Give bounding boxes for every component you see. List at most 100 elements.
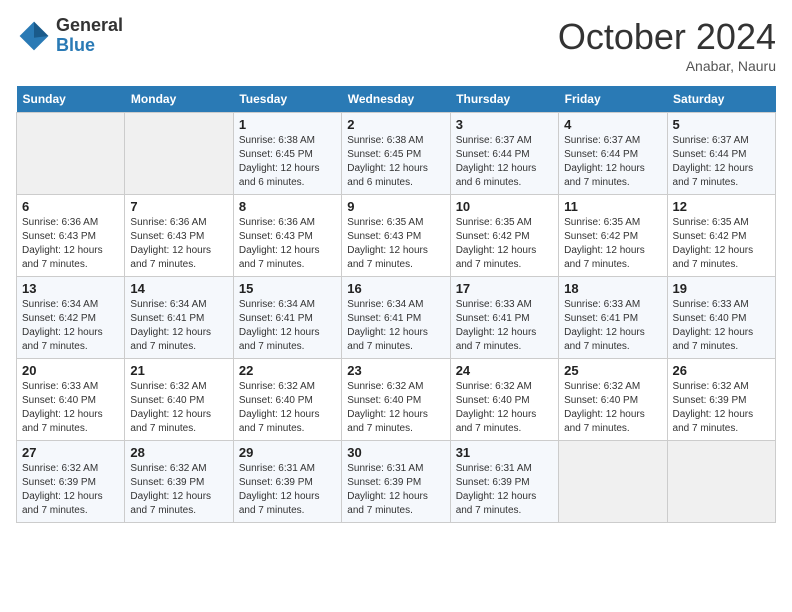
day-number: 10 (456, 199, 553, 214)
day-info: Sunrise: 6:32 AM Sunset: 6:40 PM Dayligh… (564, 380, 661, 436)
day-info: Sunrise: 6:38 AM Sunset: 6:45 PM Dayligh… (239, 134, 336, 190)
day-number: 18 (564, 281, 661, 296)
calendar-cell: 8Sunrise: 6:36 AM Sunset: 6:43 PM Daylig… (233, 195, 341, 277)
day-info: Sunrise: 6:34 AM Sunset: 6:41 PM Dayligh… (130, 298, 227, 354)
calendar-cell: 26Sunrise: 6:32 AM Sunset: 6:39 PM Dayli… (667, 359, 775, 441)
day-number: 16 (347, 281, 444, 296)
day-number: 19 (673, 281, 770, 296)
day-number: 13 (22, 281, 119, 296)
calendar-cell: 6Sunrise: 6:36 AM Sunset: 6:43 PM Daylig… (17, 195, 125, 277)
calendar-cell: 2 Sunrise: 6:38 AM Sunset: 6:45 PM Daylig… (342, 113, 450, 195)
calendar-row-2: 13Sunrise: 6:34 AM Sunset: 6:42 PM Dayli… (17, 277, 776, 359)
calendar-cell: 21 Sunrise: 6:32 AM Sunset: 6:40 PM Dayli… (125, 359, 233, 441)
calendar-cell: 20 Sunrise: 6:33 AM Sunset: 6:40 PM Dayli… (17, 359, 125, 441)
calendar-cell: 18 Sunrise: 6:33 AM Sunset: 6:41 PM Dayli… (559, 277, 667, 359)
title-area: October 2024 Anabar, Nauru (558, 16, 776, 74)
day-info: Sunrise: 6:33 AM Sunset: 6:40 PM Dayligh… (673, 298, 770, 354)
header: General Blue October 2024 Anabar, Nauru (16, 16, 776, 74)
calendar-cell: 9 Sunrise: 6:35 AM Sunset: 6:43 PM Daylig… (342, 195, 450, 277)
day-info: Sunrise: 6:36 AM Sunset: 6:43 PM Dayligh… (130, 216, 227, 272)
day-number: 5 (673, 117, 770, 132)
day-info: Sunrise: 6:35 AM Sunset: 6:42 PM Dayligh… (673, 216, 770, 272)
day-number: 24 (456, 363, 553, 378)
day-number: 14 (130, 281, 227, 296)
calendar-cell: 27 Sunrise: 6:32 AM Sunset: 6:39 PM Dayli… (17, 441, 125, 523)
weekday-header-row: SundayMondayTuesdayWednesdayThursdayFrid… (17, 86, 776, 113)
day-info: Sunrise: 6:34 AM Sunset: 6:41 PM Dayligh… (347, 298, 444, 354)
day-number: 7 (130, 199, 227, 214)
weekday-header-sunday: Sunday (17, 86, 125, 113)
day-info: Sunrise: 6:37 AM Sunset: 6:44 PM Dayligh… (564, 134, 661, 190)
day-number: 20 (22, 363, 119, 378)
calendar-cell (17, 113, 125, 195)
calendar-cell: 10 Sunrise: 6:35 AM Sunset: 6:42 PM Dayli… (450, 195, 558, 277)
calendar-cell: 22Sunrise: 6:32 AM Sunset: 6:40 PM Dayli… (233, 359, 341, 441)
weekday-header-saturday: Saturday (667, 86, 775, 113)
day-number: 11 (564, 199, 661, 214)
day-info: Sunrise: 6:32 AM Sunset: 6:40 PM Dayligh… (347, 380, 444, 436)
calendar-cell: 5 Sunrise: 6:37 AM Sunset: 6:44 PM Daylig… (667, 113, 775, 195)
day-info: Sunrise: 6:33 AM Sunset: 6:41 PM Dayligh… (564, 298, 661, 354)
calendar-cell: 24 Sunrise: 6:32 AM Sunset: 6:40 PM Dayli… (450, 359, 558, 441)
day-info: Sunrise: 6:35 AM Sunset: 6:43 PM Dayligh… (347, 216, 444, 272)
calendar-cell: 1 Sunrise: 6:38 AM Sunset: 6:45 PM Daylig… (233, 113, 341, 195)
calendar-cell: 12 Sunrise: 6:35 AM Sunset: 6:42 PM Dayli… (667, 195, 775, 277)
calendar-cell (125, 113, 233, 195)
calendar-cell: 13Sunrise: 6:34 AM Sunset: 6:42 PM Dayli… (17, 277, 125, 359)
day-info: Sunrise: 6:32 AM Sunset: 6:39 PM Dayligh… (130, 462, 227, 518)
day-number: 3 (456, 117, 553, 132)
day-info: Sunrise: 6:37 AM Sunset: 6:44 PM Dayligh… (673, 134, 770, 190)
day-number: 9 (347, 199, 444, 214)
day-number: 23 (347, 363, 444, 378)
day-number: 31 (456, 445, 553, 460)
calendar-cell: 19 Sunrise: 6:33 AM Sunset: 6:40 PM Dayli… (667, 277, 775, 359)
day-info: Sunrise: 6:35 AM Sunset: 6:42 PM Dayligh… (564, 216, 661, 272)
calendar-cell: 30 Sunrise: 6:31 AM Sunset: 6:39 PM Dayli… (342, 441, 450, 523)
day-info: Sunrise: 6:32 AM Sunset: 6:39 PM Dayligh… (673, 380, 770, 436)
calendar-cell: 23 Sunrise: 6:32 AM Sunset: 6:40 PM Dayli… (342, 359, 450, 441)
day-info: Sunrise: 6:33 AM Sunset: 6:40 PM Dayligh… (22, 380, 119, 436)
logo-general-text: General (56, 16, 123, 36)
calendar-cell: 4Sunrise: 6:37 AM Sunset: 6:44 PM Daylig… (559, 113, 667, 195)
logo-icon (16, 18, 52, 54)
day-number: 22 (239, 363, 336, 378)
logo: General Blue (16, 16, 123, 56)
day-number: 17 (456, 281, 553, 296)
weekday-header-monday: Monday (125, 86, 233, 113)
calendar-cell: 25 Sunrise: 6:32 AM Sunset: 6:40 PM Dayli… (559, 359, 667, 441)
month-title: October 2024 (558, 16, 776, 58)
logo-blue-text: Blue (56, 36, 123, 56)
calendar-row-4: 27 Sunrise: 6:32 AM Sunset: 6:39 PM Dayli… (17, 441, 776, 523)
day-info: Sunrise: 6:38 AM Sunset: 6:45 PM Dayligh… (347, 134, 444, 190)
day-number: 1 (239, 117, 336, 132)
day-number: 15 (239, 281, 336, 296)
calendar-cell: 29Sunrise: 6:31 AM Sunset: 6:39 PM Dayli… (233, 441, 341, 523)
calendar-cell: 15Sunrise: 6:34 AM Sunset: 6:41 PM Dayli… (233, 277, 341, 359)
day-info: Sunrise: 6:37 AM Sunset: 6:44 PM Dayligh… (456, 134, 553, 190)
calendar-row-3: 20 Sunrise: 6:33 AM Sunset: 6:40 PM Dayli… (17, 359, 776, 441)
day-info: Sunrise: 6:32 AM Sunset: 6:39 PM Dayligh… (22, 462, 119, 518)
day-info: Sunrise: 6:31 AM Sunset: 6:39 PM Dayligh… (239, 462, 336, 518)
day-info: Sunrise: 6:32 AM Sunset: 6:40 PM Dayligh… (456, 380, 553, 436)
day-number: 30 (347, 445, 444, 460)
calendar-row-0: 1 Sunrise: 6:38 AM Sunset: 6:45 PM Daylig… (17, 113, 776, 195)
calendar-cell: 16 Sunrise: 6:34 AM Sunset: 6:41 PM Dayli… (342, 277, 450, 359)
day-number: 2 (347, 117, 444, 132)
day-number: 27 (22, 445, 119, 460)
calendar-cell: 28Sunrise: 6:32 AM Sunset: 6:39 PM Dayli… (125, 441, 233, 523)
day-number: 12 (673, 199, 770, 214)
day-info: Sunrise: 6:32 AM Sunset: 6:40 PM Dayligh… (130, 380, 227, 436)
calendar-cell: 7 Sunrise: 6:36 AM Sunset: 6:43 PM Daylig… (125, 195, 233, 277)
day-info: Sunrise: 6:35 AM Sunset: 6:42 PM Dayligh… (456, 216, 553, 272)
day-info: Sunrise: 6:31 AM Sunset: 6:39 PM Dayligh… (347, 462, 444, 518)
day-number: 21 (130, 363, 227, 378)
calendar-cell: 17Sunrise: 6:33 AM Sunset: 6:41 PM Dayli… (450, 277, 558, 359)
weekday-header-thursday: Thursday (450, 86, 558, 113)
calendar-cell (667, 441, 775, 523)
day-number: 6 (22, 199, 119, 214)
day-number: 25 (564, 363, 661, 378)
calendar-cell: 11 Sunrise: 6:35 AM Sunset: 6:42 PM Dayli… (559, 195, 667, 277)
weekday-header-wednesday: Wednesday (342, 86, 450, 113)
calendar-cell: 14 Sunrise: 6:34 AM Sunset: 6:41 PM Dayli… (125, 277, 233, 359)
calendar-table: SundayMondayTuesdayWednesdayThursdayFrid… (16, 86, 776, 523)
